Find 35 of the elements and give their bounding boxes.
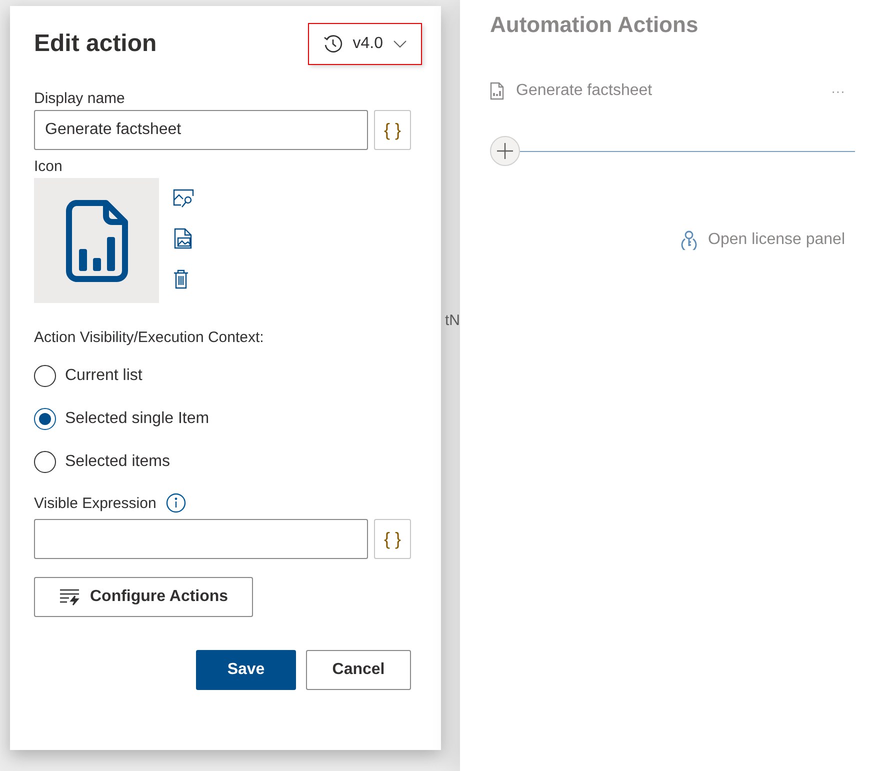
- radio-button[interactable]: [34, 408, 56, 430]
- save-button[interactable]: Save: [196, 650, 296, 690]
- key-icon: [680, 230, 698, 250]
- image-file-icon[interactable]: [173, 228, 193, 249]
- add-button[interactable]: [490, 136, 520, 166]
- configure-actions-button[interactable]: Configure Actions: [34, 577, 254, 617]
- panel-title: Automation Actions: [490, 12, 700, 38]
- plus-icon: [496, 142, 514, 160]
- chevron-down-icon: [393, 40, 407, 48]
- open-license-panel-link[interactable]: Open license panel: [680, 230, 845, 250]
- field-label: Visible Expression: [34, 494, 156, 512]
- field-label: Display name: [34, 90, 126, 107]
- list-bolt-icon: [59, 588, 80, 606]
- visible-expression-field[interactable]: [34, 519, 368, 559]
- expression-button[interactable]: { }: [374, 519, 411, 559]
- section-label: Action Visibility/Execution Context:: [34, 329, 265, 346]
- radio-option[interactable]: Selected single Item: [34, 397, 411, 440]
- action-label[interactable]: Generate factsheet: [516, 82, 809, 100]
- column-header: tN: [445, 312, 460, 330]
- display-name-field[interactable]: Generate factsheet: [34, 110, 368, 150]
- history-icon: [322, 34, 343, 54]
- document-chart-icon: [66, 200, 128, 282]
- version-dropdown[interactable]: v4.0: [308, 23, 422, 65]
- image-search-icon[interactable]: [173, 188, 195, 208]
- radio-option[interactable]: Selected items: [34, 440, 411, 483]
- trash-icon[interactable]: [173, 269, 189, 289]
- expression-button[interactable]: { }: [374, 110, 411, 150]
- radio-option[interactable]: Current list: [34, 354, 411, 397]
- radio-button[interactable]: [34, 450, 56, 472]
- radio-button[interactable]: [34, 364, 56, 386]
- dialog-title: Edit action: [34, 30, 157, 58]
- info-icon[interactable]: [166, 493, 186, 513]
- cancel-button[interactable]: Cancel: [306, 650, 411, 690]
- document-chart-icon: [490, 82, 504, 100]
- field-label: Icon: [34, 158, 64, 175]
